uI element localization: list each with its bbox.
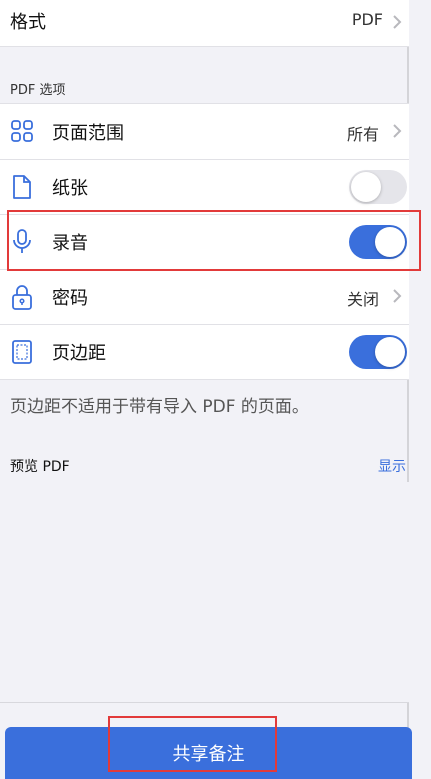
microphone-icon <box>10 228 34 256</box>
toggle-knob <box>375 227 405 257</box>
option-password[interactable]: 密码 关闭 <box>0 269 409 324</box>
option-paper: 纸张 <box>0 159 409 214</box>
show-preview-link[interactable]: 显示 <box>378 456 406 476</box>
page-margin-icon <box>10 338 34 366</box>
option-value: 关闭 <box>346 290 379 309</box>
section-label: PDF 选项 <box>10 83 66 98</box>
option-label: 页边距 <box>52 343 106 364</box>
option-value: 所有 <box>346 125 379 144</box>
option-page-range[interactable]: 页面范围 所有 <box>0 104 409 159</box>
preview-area <box>0 482 409 703</box>
pdf-options-list: 页面范围 所有 纸张 录音 密码 关闭 页边距 <box>0 103 409 380</box>
document-icon <box>10 173 34 201</box>
chevron-right-icon <box>389 288 405 304</box>
paper-toggle[interactable] <box>349 170 407 204</box>
preview-label: 预览 PDF <box>10 459 70 475</box>
page-margin-toggle[interactable] <box>349 335 407 369</box>
lock-icon <box>10 283 34 311</box>
grid-icon <box>10 118 34 146</box>
format-row[interactable]: 格式 PDF <box>0 0 409 47</box>
toggle-knob <box>375 337 405 367</box>
option-label: 纸张 <box>52 178 88 199</box>
recording-toggle[interactable] <box>349 225 407 259</box>
share-note-button[interactable]: 共享备注 <box>5 727 412 779</box>
format-value: PDF <box>351 10 383 29</box>
option-label: 录音 <box>52 233 88 254</box>
option-recording: 录音 <box>0 214 409 269</box>
chevron-right-icon <box>389 123 405 139</box>
toggle-knob <box>351 172 381 202</box>
option-label: 密码 <box>52 288 88 309</box>
format-title: 格式 <box>10 12 46 33</box>
margin-note: 页边距不适用于带有导入 PDF 的页面。 <box>10 397 309 417</box>
option-label: 页面范围 <box>52 123 124 144</box>
option-page-margin: 页边距 <box>0 324 409 379</box>
chevron-right-icon <box>389 14 405 30</box>
